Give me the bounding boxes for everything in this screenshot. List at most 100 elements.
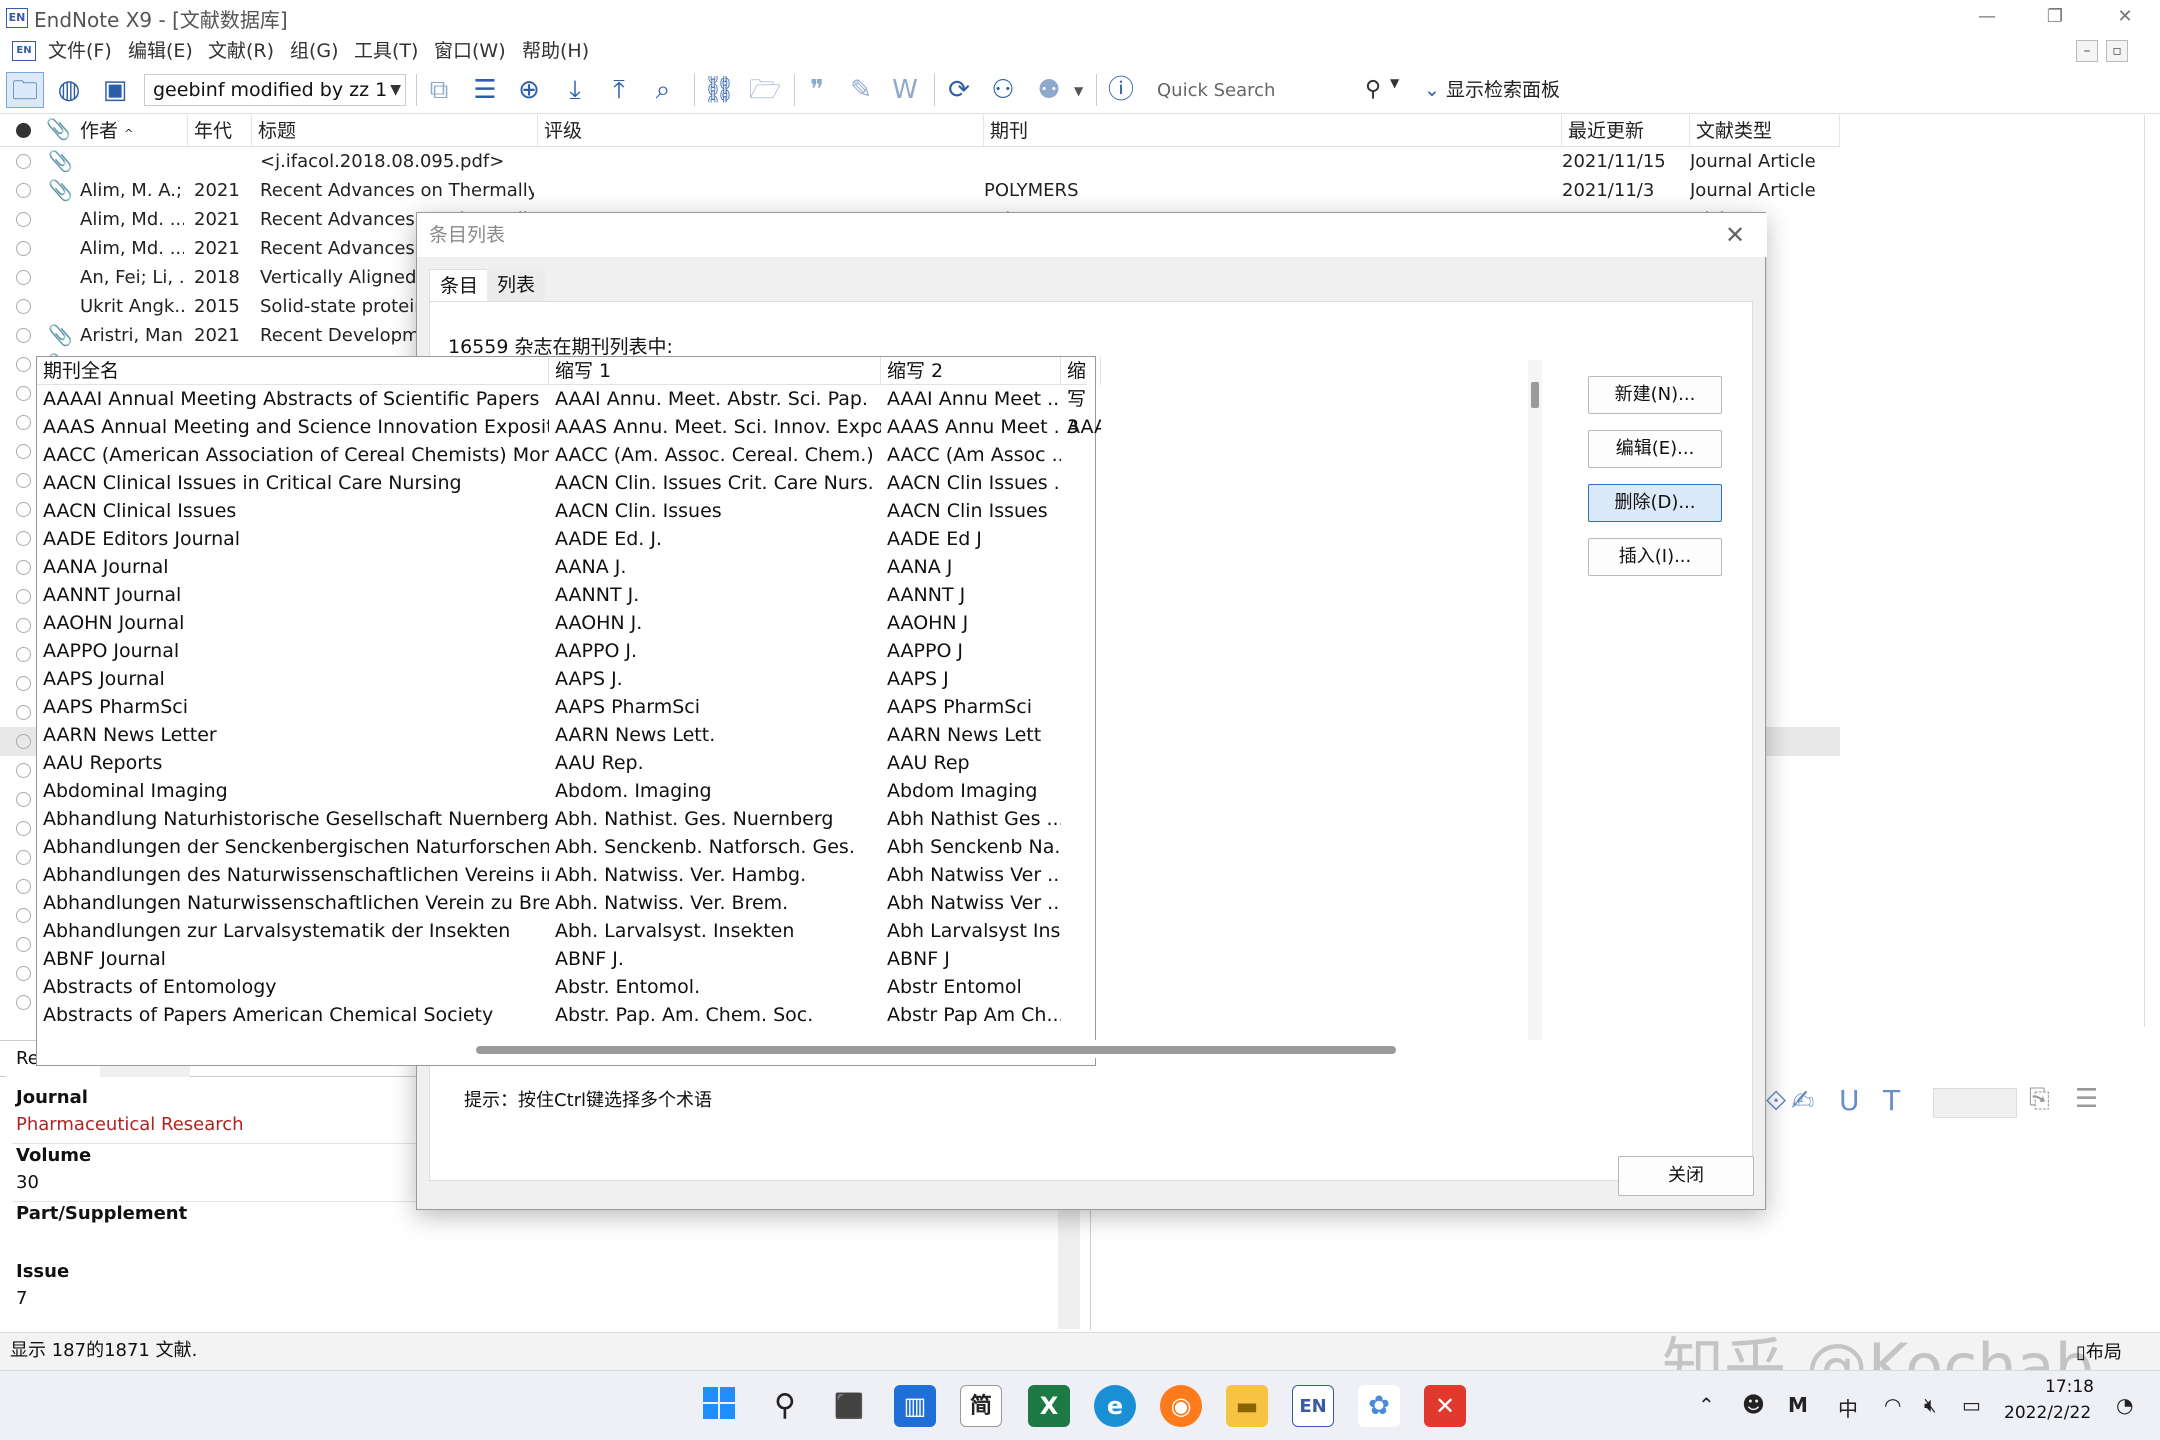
- journal-row[interactable]: AAAS Annual Meeting and Science Innovati…: [37, 413, 1101, 441]
- journal-row[interactable]: Abstracts of Entomology Abstr. Entomol. Ab…: [37, 973, 1087, 1001]
- journal-row[interactable]: AAPS PharmSci AAPS PharmSci AAPS PharmSci: [37, 693, 1087, 721]
- journal-list-hscroll[interactable]: [456, 1040, 1506, 1058]
- read-status-icon[interactable]: [16, 850, 31, 865]
- new-term-button[interactable]: 新建(N)...: [1588, 376, 1722, 414]
- widgets-icon[interactable]: ▥: [894, 1385, 936, 1427]
- task-view-icon[interactable]: ⬛: [828, 1385, 870, 1427]
- col-header-author[interactable]: 作者 ^: [74, 115, 188, 147]
- read-status-icon[interactable]: [16, 995, 31, 1010]
- layout-label[interactable]: ▯布局: [2076, 1338, 2122, 1364]
- annotation-color-box[interactable]: [1933, 1088, 2017, 1118]
- journal-row[interactable]: AAU Reports AAU Rep. AAU Rep: [37, 749, 1087, 777]
- journal-row[interactable]: Abhandlungen des Naturwissenschaftlichen…: [37, 861, 1087, 889]
- menu-help[interactable]: 帮助(H): [522, 38, 589, 64]
- read-status-icon[interactable]: [16, 589, 31, 604]
- notepad-icon[interactable]: 简: [960, 1385, 1002, 1427]
- journal-row[interactable]: Abhandlungen der Senckenbergischen Natur…: [37, 833, 1087, 861]
- tab-lists[interactable]: 列表: [487, 269, 546, 301]
- tray-app-icon[interactable]: ☻: [1742, 1393, 1765, 1418]
- attachment-header-icon[interactable]: 📎: [46, 117, 71, 141]
- journal-row[interactable]: AADE Editors Journal AADE Ed. J. AADE Ed J: [37, 525, 1087, 553]
- col-header-abbr1[interactable]: 缩写 1: [549, 357, 881, 385]
- sticky-note-icon[interactable]: ⎘: [2029, 1084, 2050, 1115]
- journal-row[interactable]: Abhandlung Naturhistorische Gesellschaft…: [37, 805, 1087, 833]
- col-header-journal[interactable]: 期刊: [984, 115, 1562, 147]
- import-icon[interactable]: ⤓: [556, 72, 594, 108]
- read-status-icon[interactable]: [16, 444, 31, 459]
- read-status-icon[interactable]: [16, 183, 31, 198]
- delete-term-button[interactable]: 删除(D)...: [1588, 484, 1722, 522]
- new-reference-icon[interactable]: ☰: [466, 72, 504, 108]
- file-explorer-icon[interactable]: ▬: [1226, 1385, 1268, 1427]
- strikethrough-icon[interactable]: T: [1883, 1084, 1900, 1117]
- field-value-journal[interactable]: Pharmaceutical Research: [16, 1114, 244, 1135]
- close-icon[interactable]: ✕: [2100, 2, 2150, 34]
- menu-edit[interactable]: 编辑(E): [128, 38, 193, 64]
- read-status-header-icon[interactable]: [16, 123, 31, 138]
- col-header-rating[interactable]: 评级: [538, 115, 984, 147]
- menu-references[interactable]: 文献(R): [208, 38, 274, 64]
- journal-term-list[interactable]: 期刊全名 缩写 1 缩写 2 缩写 3 AAAAI Annual Meeting…: [36, 356, 1101, 1066]
- tab-terms[interactable]: 条目: [429, 269, 490, 301]
- edit-term-button[interactable]: 编辑(E)...: [1588, 430, 1722, 468]
- read-status-icon[interactable]: [16, 966, 31, 981]
- app-flower-icon[interactable]: ✿: [1358, 1385, 1400, 1427]
- read-status-icon[interactable]: [16, 937, 31, 952]
- tray-input-icon[interactable]: M: [1788, 1393, 1808, 1417]
- copy-formatted-icon[interactable]: ⧉: [420, 72, 458, 108]
- read-status-icon[interactable]: [16, 270, 31, 285]
- insert-citation-icon[interactable]: ❞: [798, 72, 836, 108]
- export-icon[interactable]: ⤒: [600, 72, 638, 108]
- vscroll-thumb[interactable]: [1531, 382, 1539, 408]
- sync-icon[interactable]: ⟳: [940, 72, 978, 108]
- menu-tools[interactable]: 工具(T): [354, 38, 418, 64]
- field-value-volume[interactable]: 30: [16, 1172, 39, 1193]
- edge-icon[interactable]: e: [1094, 1385, 1136, 1427]
- journal-row[interactable]: Abstracts of Papers American Chemical So…: [37, 1001, 1087, 1029]
- journal-row[interactable]: Abhandlungen zur Larvalsystematik der In…: [37, 917, 1087, 945]
- insert-term-button[interactable]: 插入(I)...: [1588, 538, 1722, 576]
- sidebar-icon[interactable]: ☰: [2075, 1084, 2098, 1114]
- read-status-icon[interactable]: [16, 908, 31, 923]
- menu-window[interactable]: 窗口(W): [434, 38, 506, 64]
- read-status-icon[interactable]: [16, 473, 31, 488]
- read-status-icon[interactable]: [16, 676, 31, 691]
- journal-row[interactable]: AAAAI Annual Meeting Abstracts of Scient…: [37, 385, 1087, 413]
- search-icon[interactable]: ⚲: [764, 1385, 806, 1427]
- journal-row[interactable]: AACC (American Association of Cereal Che…: [37, 441, 1087, 469]
- clock-date[interactable]: 2022/2/22: [2004, 1403, 2091, 1423]
- read-status-icon[interactable]: [16, 734, 31, 749]
- doc-restore-icon[interactable]: ▫: [2106, 40, 2128, 62]
- read-status-icon[interactable]: [16, 705, 31, 720]
- col-header-last-updated[interactable]: 最近更新: [1562, 115, 1690, 147]
- reference-row[interactable]: 📎 Alim, M. A.;... 2021 Recent Advances on T…: [0, 176, 1840, 205]
- read-status-icon[interactable]: [16, 241, 31, 256]
- user-group-icon[interactable]: ⚉: [1030, 72, 1068, 108]
- find-full-text-icon[interactable]: ⌕: [644, 72, 682, 108]
- journal-row[interactable]: AANNT Journal AANNT J. AANNT J: [37, 581, 1087, 609]
- col-header-year[interactable]: 年代: [188, 115, 252, 147]
- col-header-abbr3[interactable]: 缩写 3: [1061, 357, 1101, 438]
- ime-indicator[interactable]: 中: [1838, 1393, 1858, 1422]
- col-header-ref-type[interactable]: 文献类型: [1690, 115, 1840, 147]
- col-header-title[interactable]: 标题: [252, 115, 538, 147]
- journal-row[interactable]: ABNF Journal ABNF J. ABNF J: [37, 945, 1087, 973]
- tray-overflow-icon[interactable]: ⌃: [1698, 1393, 1715, 1417]
- local-library-mode-icon[interactable]: 🗀: [6, 72, 44, 108]
- read-status-icon[interactable]: [16, 212, 31, 227]
- minimize-icon[interactable]: —: [1962, 2, 2012, 34]
- hscroll-thumb[interactable]: [476, 1046, 1396, 1054]
- highlight-icon[interactable]: ⟐: [1765, 1084, 1787, 1118]
- group-select[interactable]: geebinf modified by zz 1 ▼: [144, 74, 406, 106]
- dialog-close-button[interactable]: 关闭: [1618, 1156, 1754, 1196]
- battery-icon[interactable]: ▭: [1962, 1393, 1981, 1417]
- share-library-icon[interactable]: ⚇: [984, 72, 1022, 108]
- read-status-icon[interactable]: [16, 386, 31, 401]
- return-to-word-icon[interactable]: W: [886, 72, 924, 108]
- volume-muted-icon[interactable]: 🔇︎: [1924, 1393, 1937, 1417]
- open-link-icon[interactable]: ⛓: [700, 72, 738, 108]
- read-status-icon[interactable]: [16, 792, 31, 807]
- format-bibliography-icon[interactable]: ✎: [842, 72, 880, 108]
- read-status-icon[interactable]: [16, 647, 31, 662]
- read-status-icon[interactable]: [16, 357, 31, 372]
